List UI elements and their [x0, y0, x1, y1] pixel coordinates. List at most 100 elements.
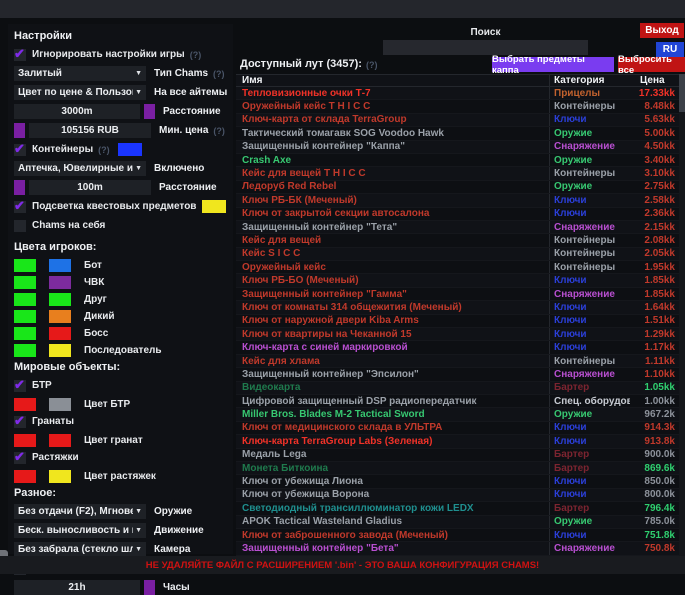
camera-dropdown[interactable]: Без забрала (стекло шлема) ▼: [14, 542, 146, 557]
color-swatch[interactable]: [14, 293, 36, 306]
color-swatch[interactable]: [14, 470, 36, 483]
loot-table-row[interactable]: Ключ РБ-БО (Меченый)Ключи1.85kk: [236, 274, 679, 287]
distance-input[interactable]: 3000m: [14, 104, 140, 119]
loot-table-row[interactable]: Защищенный контейнер "Бета"Снаряжение750…: [236, 542, 679, 555]
loot-table-row[interactable]: Оружейный кейсКонтейнеры1.95kk: [236, 261, 679, 274]
table-scrollbar[interactable]: [679, 74, 685, 556]
loot-table-row[interactable]: Кейс для вещей T H I C CКонтейнеры3.10kk: [236, 167, 679, 180]
help-hint[interactable]: (?): [366, 60, 378, 70]
loot-table-row[interactable]: Ледоруб Red RebelОружие2.75kk: [236, 181, 679, 194]
column-header-name[interactable]: Имя: [236, 75, 549, 86]
loot-table-row[interactable]: Тактический томагавк SOG Voodoo HawkОруж…: [236, 127, 679, 140]
column-header-category[interactable]: Категория: [549, 75, 630, 86]
loot-table-row[interactable]: Кейс S I C CКонтейнеры2.05kk: [236, 248, 679, 261]
help-hint[interactable]: (?): [98, 145, 110, 155]
loot-table-row[interactable]: Защищенный контейнер "Эпсилон"Снаряжение…: [236, 368, 679, 381]
quest-color-swatch[interactable]: [202, 200, 226, 213]
column-header-price[interactable]: Цена: [630, 75, 679, 86]
movement-row: Беск. выносливость и нет уста ▼ Движение: [12, 523, 229, 538]
containers-color-swatch[interactable]: [118, 143, 142, 156]
loot-table-row[interactable]: Тепловизионные очки Т-7Прицелы17.33kk: [236, 87, 679, 100]
loot-table-row[interactable]: Монета БиткоинаБартер869.6k: [236, 462, 679, 475]
help-hint[interactable]: (?): [213, 126, 225, 136]
loot-table-row[interactable]: Ключ от квартиры на Чеканной 15Ключи1.29…: [236, 328, 679, 341]
checkbox-checked-icon[interactable]: [14, 201, 26, 213]
loot-table-row[interactable]: Ключ РБ-БК (Меченый)Ключи2.58kk: [236, 194, 679, 207]
color-swatch[interactable]: [49, 259, 71, 272]
hours-input[interactable]: 21h: [14, 580, 140, 595]
item-price: 1.85kk: [630, 289, 679, 300]
checkbox-checked-icon[interactable]: [14, 380, 26, 392]
loot-table-row[interactable]: Защищенный контейнер "Гамма"Снаряжение1.…: [236, 288, 679, 301]
loot-table-row[interactable]: Защищенный контейнер "Тета"Снаряжение2.1…: [236, 221, 679, 234]
color-swatch[interactable]: [49, 434, 71, 447]
distance-color-swatch[interactable]: [144, 104, 155, 119]
loot-table-row[interactable]: Цифровой защищенный DSP радиопередатчикС…: [236, 395, 679, 408]
color-swatch[interactable]: [49, 310, 71, 323]
item-price: 913.8k: [630, 436, 679, 447]
loot-table-row[interactable]: Светодиодный трансиллюминатор кожи LEDXБ…: [236, 502, 679, 515]
loot-table-row[interactable]: Ключ-карта TerraGroup Labs (Зеленая)Ключ…: [236, 435, 679, 448]
loot-table-row[interactable]: Защищенный контейнер "Каппа"Снаряжение4.…: [236, 141, 679, 154]
discard-all-button[interactable]: Выбросить все: [618, 57, 685, 72]
included-categories-dropdown[interactable]: Аптечка, Ювелирные и... ▼: [14, 161, 146, 176]
distance2-input[interactable]: 100m: [29, 180, 151, 195]
loot-table-row[interactable]: Кейс для хламаКонтейнеры1.11kk: [236, 355, 679, 368]
help-hint[interactable]: (?): [190, 50, 202, 60]
color-swatch[interactable]: [14, 310, 36, 323]
color-swatch[interactable]: [49, 293, 71, 306]
loot-table-row[interactable]: Ключ от заброшенного завода (Меченый)Клю…: [236, 529, 679, 542]
color-swatch[interactable]: [49, 344, 71, 357]
loot-table-row[interactable]: Ключ от убежища ЛионаКлючи850.0k: [236, 475, 679, 488]
loot-table-row[interactable]: Ключ-карта с синей маркировкойКлючи1.17k…: [236, 341, 679, 354]
min-price-input[interactable]: 105156 RUB: [29, 123, 151, 138]
containers-row[interactable]: Контейнеры (?): [12, 142, 229, 157]
world-object-checkbox-row[interactable]: Растяжки: [12, 450, 229, 465]
color-mode-dropdown[interactable]: Цвет по цене & Пользователь ▼: [14, 85, 146, 100]
checkbox-checked-icon[interactable]: [14, 49, 26, 61]
color-swatch[interactable]: [14, 398, 36, 411]
color-swatch[interactable]: [14, 434, 36, 447]
self-chams-row[interactable]: Chams на себя: [12, 218, 229, 233]
loot-table-row[interactable]: Медаль LegaБартер900.0k: [236, 449, 679, 462]
checkbox-checked-icon[interactable]: [14, 416, 26, 428]
loot-table-row[interactable]: Ключ от наружной двери Kiba ArmsКлючи1.5…: [236, 315, 679, 328]
movement-dropdown[interactable]: Беск. выносливость и нет уста ▼: [14, 523, 146, 538]
item-name: Кейс для вещей: [236, 235, 549, 246]
loot-table-row[interactable]: Оружейный кейс T H I C CКонтейнеры8.48kk: [236, 100, 679, 113]
loot-table-row[interactable]: Ключ-карта от склада TerraGroupКлючи5.63…: [236, 114, 679, 127]
scrollbar-thumb[interactable]: [679, 74, 685, 112]
color-swatch[interactable]: [14, 259, 36, 272]
color-swatch[interactable]: [49, 327, 71, 340]
distance2-color-swatch[interactable]: [14, 180, 25, 195]
select-kappa-items-button[interactable]: Выбрать предметы каппа: [492, 57, 614, 72]
help-hint[interactable]: (?): [213, 69, 225, 79]
loot-table-row[interactable]: Ключ от убежища ВоронаКлючи800.0k: [236, 489, 679, 502]
world-object-checkbox-row[interactable]: Гранаты: [12, 414, 229, 429]
color-swatch[interactable]: [14, 344, 36, 357]
color-swatch[interactable]: [14, 276, 36, 289]
min-price-color-swatch[interactable]: [14, 123, 25, 138]
ignore-game-settings-row[interactable]: Игнорировать настройки игры (?): [12, 47, 229, 62]
checkbox-checked-icon[interactable]: [14, 452, 26, 464]
loot-table-row[interactable]: Кейс для вещейКонтейнеры2.08kk: [236, 234, 679, 247]
chams-type-dropdown[interactable]: Залитый ▼: [14, 66, 146, 81]
quest-highlight-row[interactable]: Подсветка квестовых предметов: [12, 199, 229, 214]
loot-table-row[interactable]: Ключ от медицинского склада в УЛЬТРАКлюч…: [236, 422, 679, 435]
loot-table-row[interactable]: Ключ от комнаты 314 общежития (Меченый)К…: [236, 301, 679, 314]
loot-table-row[interactable]: Miller Bros. Blades M-2 Tactical SwordОр…: [236, 408, 679, 421]
color-swatch[interactable]: [49, 470, 71, 483]
color-swatch[interactable]: [14, 327, 36, 340]
loot-table-row[interactable]: ВидеокартаБартер1.05kk: [236, 382, 679, 395]
world-object-checkbox-row[interactable]: БТР: [12, 378, 229, 393]
hours-color-swatch[interactable]: [144, 580, 155, 595]
loot-table-row[interactable]: Crash AxeОружие3.40kk: [236, 154, 679, 167]
weapon-dropdown[interactable]: Без отдачи (F2), Мгновенное п ▼: [14, 504, 146, 519]
loot-table-row[interactable]: APOK Tactical Wasteland GladiusОружие785…: [236, 516, 679, 529]
exit-button[interactable]: Выход: [640, 23, 684, 38]
color-swatch[interactable]: [49, 276, 71, 289]
checkbox-unchecked-icon[interactable]: [14, 220, 26, 232]
checkbox-checked-icon[interactable]: [14, 144, 26, 156]
loot-table-row[interactable]: Ключ от закрытой секции автосалонаКлючи2…: [236, 208, 679, 221]
color-swatch[interactable]: [49, 398, 71, 411]
